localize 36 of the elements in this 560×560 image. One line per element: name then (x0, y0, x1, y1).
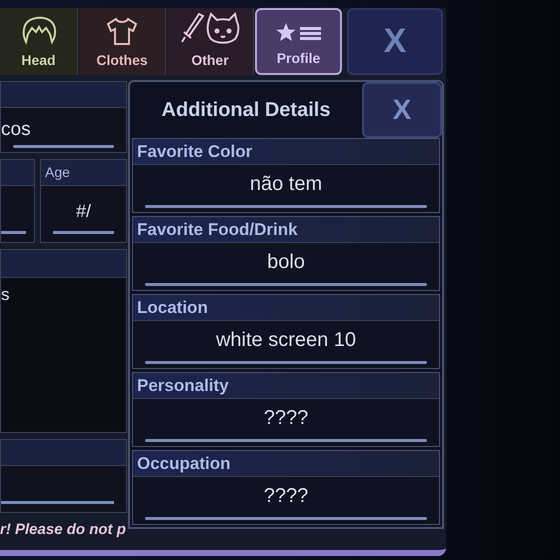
notes-text: s (1, 284, 10, 306)
input-field[interactable] (0, 159, 35, 243)
detail-field[interactable]: Personality ???? (132, 372, 440, 447)
field-label: Personality (137, 374, 229, 397)
sword-and-cat-icon (179, 12, 241, 46)
name-field[interactable]: cos (0, 81, 127, 153)
detail-field[interactable]: Favorite Food/Drink bolo (132, 216, 440, 291)
close-button[interactable]: X (362, 82, 442, 138)
tab[interactable]: Clothes (79, 8, 166, 75)
field-value: bolo (266, 250, 306, 275)
shirt-icon (104, 16, 140, 46)
detail-field[interactable]: Location white screen 10 (132, 294, 440, 369)
dialog-title: Additional Details (160, 98, 332, 123)
star-list-icon (276, 22, 322, 44)
field-label: Favorite Food/Drink (137, 218, 298, 241)
close-button[interactable]: X (347, 8, 443, 75)
age-value: #/ (74, 200, 92, 223)
field-value: white screen 10 (214, 328, 358, 353)
hair-icon (20, 16, 58, 46)
field-value: ???? (262, 484, 310, 509)
tab[interactable]: Head (0, 8, 78, 75)
age-field[interactable]: Age #/ (40, 159, 127, 243)
tab[interactable]: Profile (255, 8, 342, 75)
field-label: Occupation (137, 452, 231, 475)
field-value: ???? (262, 406, 310, 431)
field-label: Favorite Color (137, 140, 252, 163)
warning-text: r! Please do not p (0, 520, 127, 540)
notes-field[interactable]: s (0, 249, 127, 433)
field-label: Location (137, 296, 208, 319)
tab[interactable]: Other (167, 8, 254, 75)
detail-field[interactable]: Occupation ???? (132, 450, 440, 525)
detail-field[interactable]: Favorite Color não tem (132, 138, 440, 213)
input-field[interactable] (0, 439, 127, 513)
age-label: Age (45, 163, 70, 182)
field-value: não tem (248, 172, 324, 197)
field-value: cos (1, 118, 32, 142)
